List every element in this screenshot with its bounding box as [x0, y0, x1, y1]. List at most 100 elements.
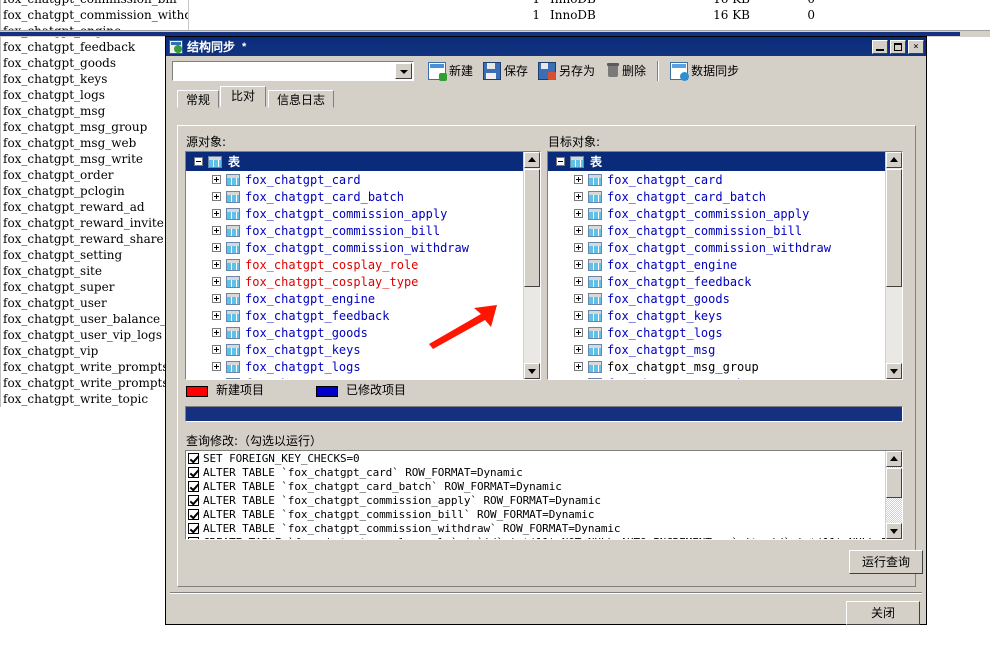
expand-icon[interactable] [574, 294, 583, 303]
tree-item[interactable]: fox_chatgpt_engine [548, 256, 885, 273]
source-tree-scrollbar[interactable] [523, 152, 540, 379]
sql-statement-row[interactable]: ALTER TABLE `fox_chatgpt_card_batch` ROW… [186, 479, 885, 493]
tree-item[interactable]: fox_chatgpt_card_batch [186, 188, 523, 205]
source-object-tree[interactable]: 表 fox_chatgpt_cardfox_chatgpt_card_batch… [185, 151, 541, 380]
expand-icon[interactable] [574, 175, 583, 184]
sql-statement-checkbox[interactable] [188, 467, 199, 478]
tree-item[interactable]: fox_chatgpt_card [186, 171, 523, 188]
tree-item[interactable]: fox_chatgpt_card [548, 171, 885, 188]
sql-statement-checkbox[interactable] [188, 537, 199, 540]
tab-message-log[interactable]: 信息日志 [268, 90, 334, 108]
expand-icon[interactable] [212, 226, 221, 235]
profile-combo[interactable] [172, 61, 414, 81]
minimize-icon[interactable] [872, 40, 888, 54]
expand-icon[interactable] [574, 311, 583, 320]
tree-item[interactable]: fox_chatgpt_msg_group [548, 358, 885, 375]
tree-item[interactable]: fox_chatgpt_commission_bill [186, 222, 523, 239]
expand-icon[interactable] [212, 209, 221, 218]
sql-statement-checkbox[interactable] [188, 509, 199, 520]
tree-item[interactable]: fox_chatgpt_engine [186, 290, 523, 307]
tree-item[interactable]: fox_chatgpt_commission_withdraw [548, 239, 885, 256]
sql-statement-row[interactable]: ALTER TABLE `fox_chatgpt_commission_with… [186, 521, 885, 535]
expand-icon[interactable] [212, 277, 221, 286]
sql-statement-checkbox[interactable] [188, 523, 199, 534]
scroll-up-icon[interactable] [886, 152, 902, 168]
tree-item[interactable]: fox_chatgpt_logs [186, 358, 523, 375]
tree-item[interactable]: fox_chatgpt_card_batch [548, 188, 885, 205]
source-tree-root[interactable]: 表 [186, 152, 523, 171]
tree-item[interactable]: fox_chatgpt_logs [548, 324, 885, 341]
sql-statement-row[interactable]: CREATE TABLE `fox_chatgpt_cosplay_role` … [186, 535, 885, 539]
sql-statement-row[interactable]: ALTER TABLE `fox_chatgpt_commission_bill… [186, 507, 885, 521]
sql-statement-list[interactable]: SET FOREIGN_KEY_CHECKS=0ALTER TABLE `fox… [185, 450, 903, 540]
expand-icon[interactable] [212, 328, 221, 337]
tree-item[interactable]: fox_chatgpt_commission_bill [548, 222, 885, 239]
scroll-down-icon[interactable] [524, 363, 540, 379]
scroll-up-icon[interactable] [524, 152, 540, 168]
tree-item[interactable]: fox_chatgpt_feedback [548, 273, 885, 290]
tab-compare[interactable]: 比对 [220, 86, 266, 107]
expand-icon[interactable] [212, 260, 221, 269]
sql-list-scrollbar[interactable] [885, 451, 902, 539]
expand-icon[interactable] [574, 192, 583, 201]
expand-icon[interactable] [574, 345, 583, 354]
table-row[interactable]: fox_chatgpt_commission_bill1InnoDB16 KB0 [0, 0, 990, 7]
tree-item[interactable]: fox_chatgpt_feedback [186, 307, 523, 324]
run-query-button[interactable]: 运行查询 [849, 550, 923, 574]
toolbar-save-button[interactable]: 保存 [478, 60, 533, 82]
tab-general[interactable]: 常规 [177, 90, 219, 108]
toolbar-save-as-button[interactable]: 另存为 [533, 60, 600, 82]
target-tree-scrollbar[interactable] [885, 152, 902, 379]
expand-icon[interactable] [212, 311, 221, 320]
expand-icon[interactable] [212, 192, 221, 201]
maximize-icon[interactable] [890, 40, 906, 54]
tree-item[interactable]: fox_chatgpt_goods [548, 290, 885, 307]
toolbar-delete-button[interactable]: 删除 [600, 60, 651, 82]
tree-item[interactable]: fox_chatgpt_cosplay_type [186, 273, 523, 290]
scroll-thumb[interactable] [886, 468, 902, 498]
tree-item[interactable]: fox_chatgpt_msg [548, 341, 885, 358]
close-icon[interactable]: × [908, 40, 924, 54]
chevron-down-icon[interactable] [395, 63, 412, 79]
scroll-down-icon[interactable] [886, 523, 902, 539]
tree-item[interactable]: fox_chatgpt_msg_web [548, 375, 885, 379]
tree-item[interactable]: fox_chatgpt_commission_apply [548, 205, 885, 222]
tree-item[interactable]: fox_chatgpt_keys [186, 341, 523, 358]
tree-item[interactable]: fox_chatgpt_msg [186, 375, 523, 379]
close-button[interactable]: 关闭 [846, 601, 920, 625]
tree-item[interactable]: fox_chatgpt_goods [186, 324, 523, 341]
tree-item[interactable]: fox_chatgpt_commission_apply [186, 205, 523, 222]
expand-icon[interactable] [574, 362, 583, 371]
tree-item[interactable]: fox_chatgpt_cosplay_role [186, 256, 523, 273]
target-object-tree[interactable]: 表 fox_chatgpt_cardfox_chatgpt_card_batch… [547, 151, 903, 380]
expand-icon[interactable] [212, 294, 221, 303]
sql-statement-row[interactable]: SET FOREIGN_KEY_CHECKS=0 [186, 451, 885, 465]
sql-statement-checkbox[interactable] [188, 481, 199, 492]
scroll-thumb[interactable] [886, 169, 902, 287]
collapse-icon[interactable] [556, 157, 565, 166]
collapse-icon[interactable] [194, 157, 203, 166]
expand-icon[interactable] [574, 243, 583, 252]
sql-statement-row[interactable]: ALTER TABLE `fox_chatgpt_card` ROW_FORMA… [186, 465, 885, 479]
expand-icon[interactable] [574, 226, 583, 235]
table-row[interactable]: fox_chatgpt_commission_withdraw1InnoDB16… [0, 7, 990, 23]
expand-icon[interactable] [574, 328, 583, 337]
scroll-down-icon[interactable] [886, 363, 902, 379]
sql-statement-row[interactable]: ALTER TABLE `fox_chatgpt_commission_appl… [186, 493, 885, 507]
expand-icon[interactable] [574, 260, 583, 269]
tree-item[interactable]: fox_chatgpt_keys [548, 307, 885, 324]
sql-statement-checkbox[interactable] [188, 453, 199, 464]
expand-icon[interactable] [212, 345, 221, 354]
tree-item[interactable]: fox_chatgpt_commission_withdraw [186, 239, 523, 256]
expand-icon[interactable] [212, 243, 221, 252]
toolbar-data-sync-button[interactable]: 数据同步 [665, 60, 744, 82]
target-tree-root[interactable]: 表 [548, 152, 885, 171]
sql-statement-checkbox[interactable] [188, 495, 199, 506]
scroll-thumb[interactable] [524, 169, 540, 287]
expand-icon[interactable] [574, 277, 583, 286]
expand-icon[interactable] [212, 175, 221, 184]
expand-icon[interactable] [212, 362, 221, 371]
dialog-titlebar[interactable]: 结构同步 * × [166, 37, 926, 56]
expand-icon[interactable] [574, 209, 583, 218]
toolbar-new-button[interactable]: 新建 [423, 60, 478, 82]
